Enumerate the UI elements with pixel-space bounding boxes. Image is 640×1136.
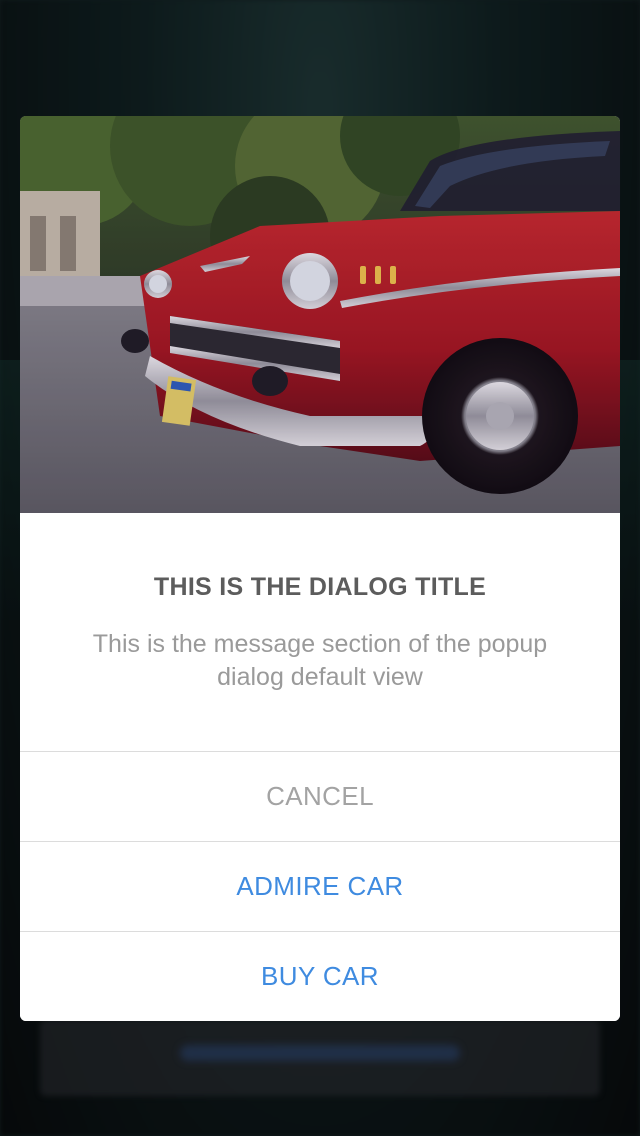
dialog-message: This is the message section of the popup… [92,630,548,691]
cancel-button[interactable]: CANCEL [20,751,620,841]
buy-car-button[interactable]: BUY CAR [20,931,620,1021]
dialog-body: THIS IS THE DIALOG TITLE This is the mes… [20,513,620,751]
admire-car-button[interactable]: ADMIRE CAR [20,841,620,931]
car-illustration [20,116,620,513]
dialog-title: THIS IS THE DIALOG TITLE [153,573,487,601]
popup-dialog: THIS IS THE DIALOG TITLE This is the mes… [20,116,620,1021]
dialog-image [20,116,620,513]
